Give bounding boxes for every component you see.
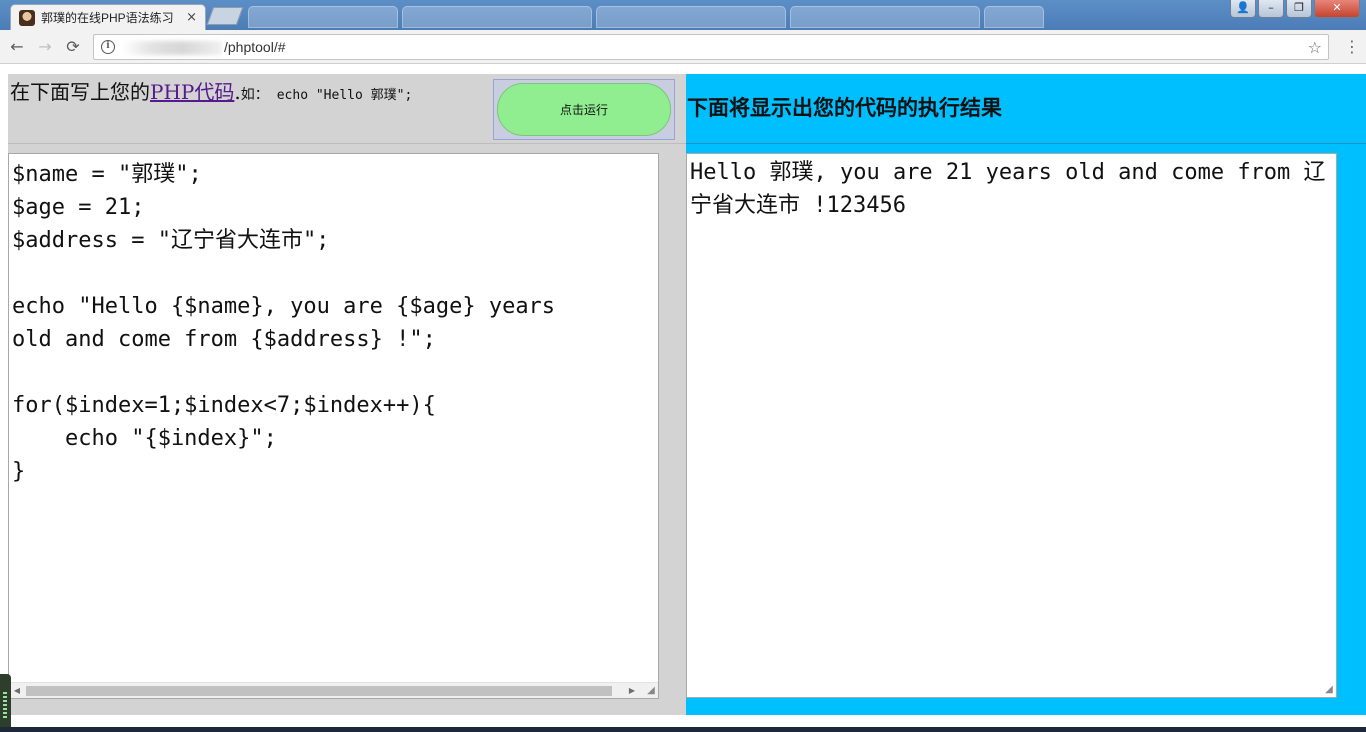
page-content: 在下面写上您的PHP代码.如： echo "Hello 郭璞"; 点击运行 $na… — [0, 65, 1366, 732]
resize-handle-icon[interactable]: ◢ — [1323, 684, 1335, 696]
side-tray-widget[interactable] — [0, 674, 11, 732]
result-output-textarea[interactable]: Hello 郭璞, you are 21 years old and come … — [686, 153, 1337, 698]
tab-close-icon[interactable]: × — [186, 10, 197, 25]
browser-tab[interactable] — [790, 6, 980, 28]
user-icon[interactable]: 👤 — [1230, 0, 1256, 18]
example-label: 如： — [240, 87, 269, 103]
info-icon[interactable]: i — [101, 40, 115, 54]
horizontal-scrollbar[interactable]: ◀ ▶ — [9, 682, 658, 698]
scroll-left-icon[interactable]: ◀ — [9, 683, 25, 699]
run-button[interactable]: 点击运行 — [497, 83, 671, 136]
forward-icon[interactable]: → — [34, 36, 56, 58]
result-panel: 下面将显示出您的代码的执行结果 Hello 郭璞, you are 21 yea… — [686, 74, 1366, 715]
reload-icon[interactable]: ⟳ — [62, 36, 84, 58]
code-panel: 在下面写上您的PHP代码.如： echo "Hello 郭璞"; 点击运行 $na… — [8, 74, 686, 715]
divider — [686, 143, 1366, 144]
bookmark-star-icon[interactable]: ☆ — [1308, 38, 1322, 57]
browser-toolbar: ← → ⟳ i /phptool/# ☆ ⋮ — [0, 30, 1366, 64]
url-redacted — [122, 41, 222, 55]
os-taskbar — [0, 727, 1366, 732]
browser-titlebar: 郭璞的在线PHP语法练习 × 👤 – ❐ ✕ — [0, 0, 1366, 30]
instruction-line: 在下面写上您的PHP代码.如： echo "Hello 郭璞"; — [10, 76, 412, 105]
back-icon[interactable]: ← — [6, 36, 28, 58]
scrollbar-thumb[interactable] — [26, 686, 612, 696]
minimize-button[interactable]: – — [1258, 0, 1284, 18]
example-code: echo "Hello 郭璞"; — [276, 88, 413, 103]
close-window-button[interactable]: ✕ — [1314, 0, 1360, 18]
signal-bars-icon — [3, 692, 7, 718]
browser-tab[interactable] — [984, 6, 1044, 28]
scroll-right-icon[interactable]: ▶ — [624, 683, 640, 699]
result-title: 下面将显示出您的代码的执行结果 — [687, 95, 1002, 120]
code-editor-textarea[interactable]: $name = "郭璞"; $age = 21; $address = "辽宁省… — [8, 153, 659, 699]
instruction-text: 在下面写上您的 — [10, 80, 150, 104]
browser-tab[interactable] — [596, 6, 786, 28]
code-editor-content[interactable]: $name = "郭璞"; $age = 21; $address = "辽宁省… — [12, 158, 555, 488]
browser-tab[interactable] — [402, 6, 592, 28]
favicon-icon — [19, 9, 35, 26]
window-controls: 👤 – ❐ ✕ — [1230, 0, 1360, 18]
browser-menu-icon[interactable]: ⋮ — [1344, 37, 1360, 56]
code-panel-header: 在下面写上您的PHP代码.如： echo "Hello 郭璞"; 点击运行 — [8, 74, 686, 144]
url-text[interactable]: /phptool/# — [224, 39, 286, 55]
address-bar[interactable]: i /phptool/# ☆ — [93, 34, 1329, 60]
browser-tab[interactable] — [248, 6, 398, 28]
php-code-link[interactable]: PHP代码 — [150, 80, 234, 104]
maximize-button[interactable]: ❐ — [1286, 0, 1312, 18]
new-tab-button[interactable] — [206, 7, 244, 25]
run-button-frame: 点击运行 — [493, 79, 675, 140]
resize-handle-icon[interactable]: ◢ — [645, 685, 657, 697]
browser-tab-active[interactable]: 郭璞的在线PHP语法练习 × — [10, 4, 206, 30]
tab-title: 郭璞的在线PHP语法练习 — [41, 11, 174, 25]
result-output-text: Hello 郭璞, you are 21 years old and come … — [690, 160, 1326, 218]
